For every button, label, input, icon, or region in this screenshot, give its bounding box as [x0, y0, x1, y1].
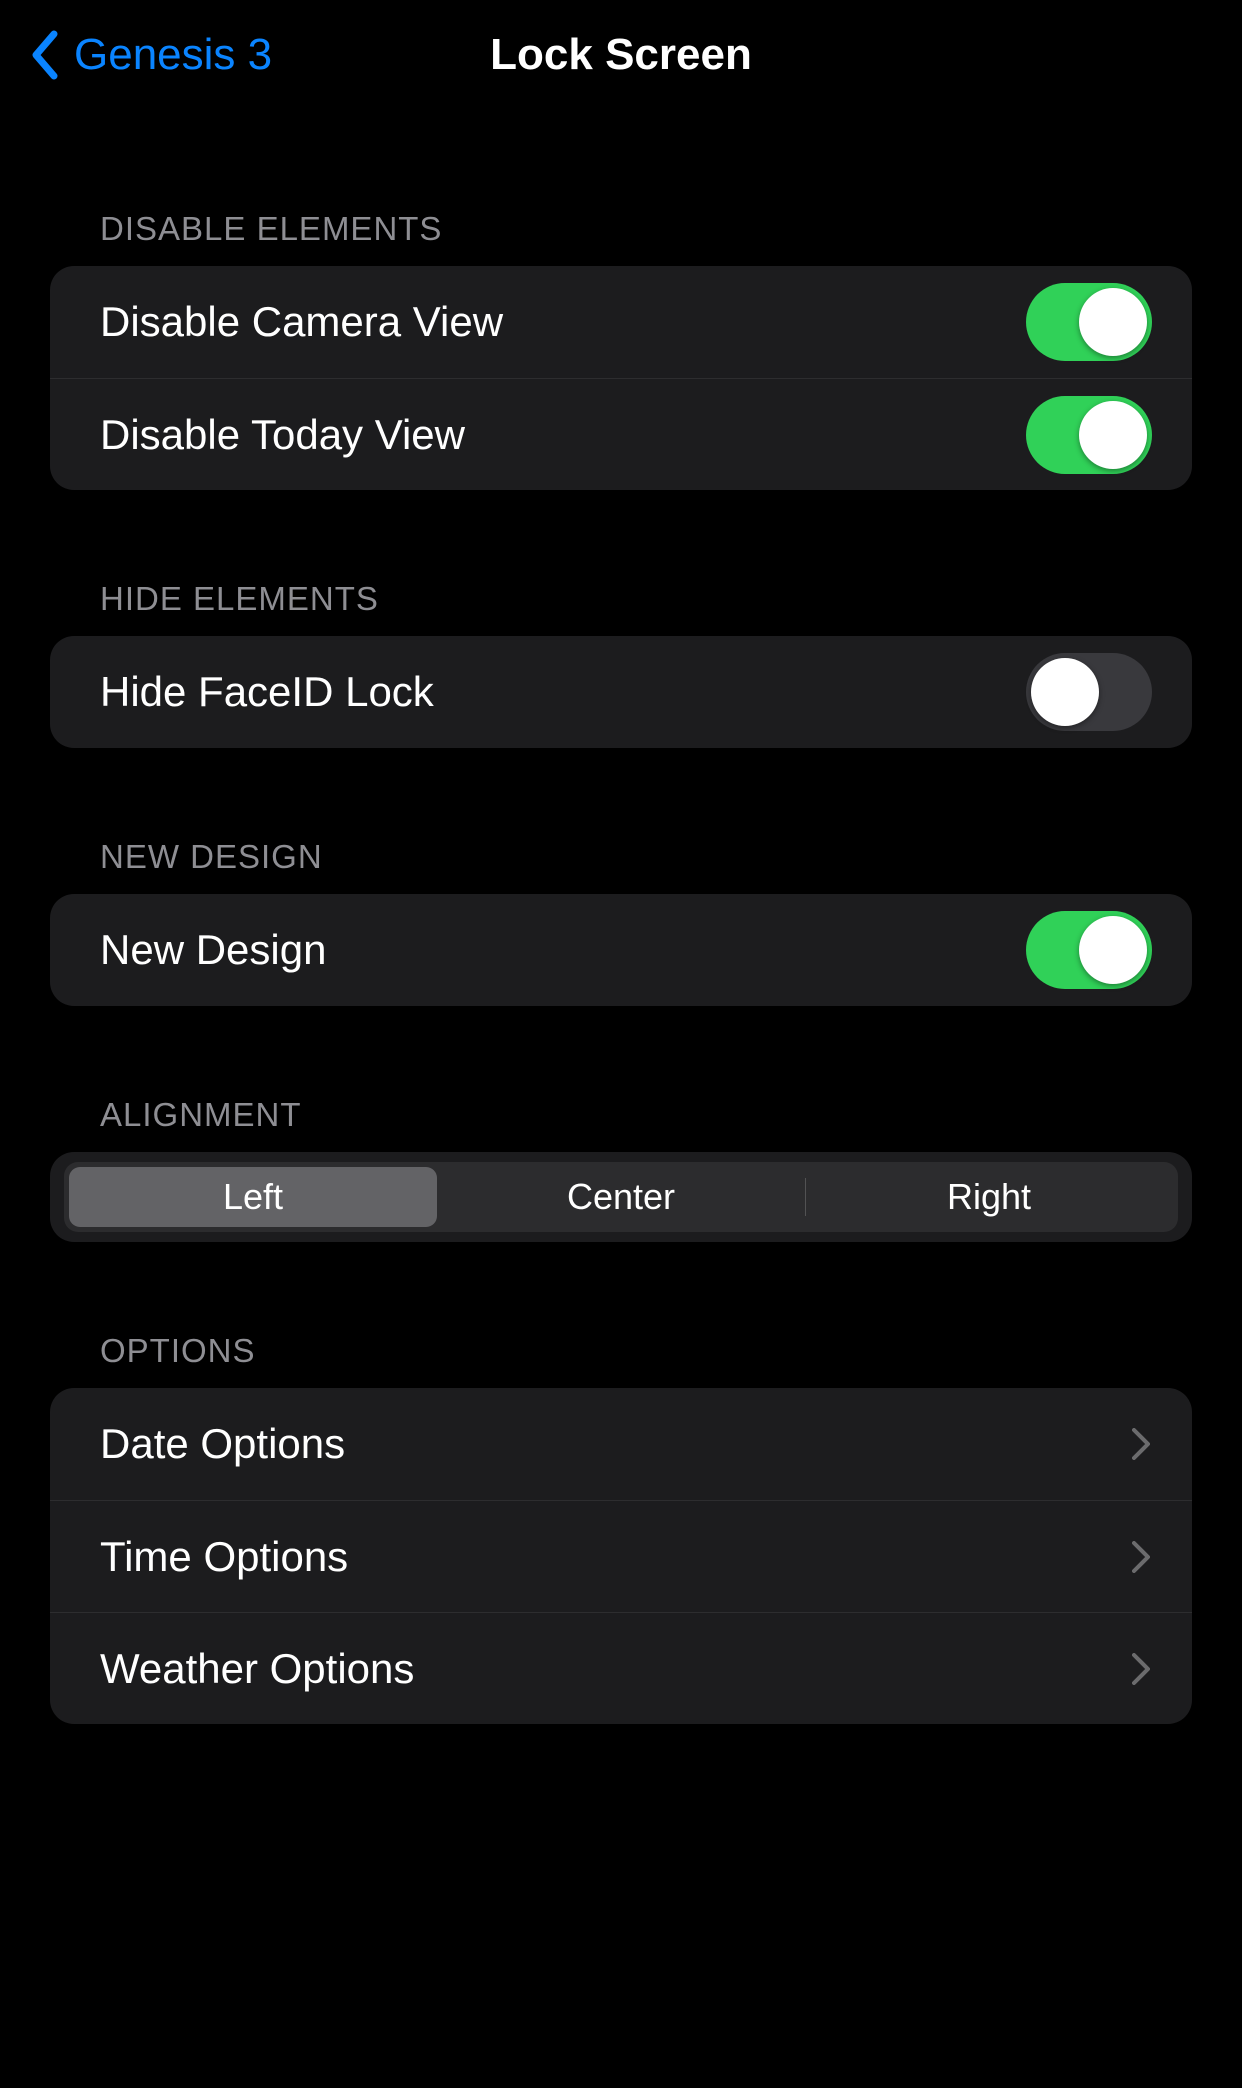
row-hide-faceid-lock: Hide FaceID Lock: [50, 636, 1192, 748]
label-time-options: Time Options: [100, 1533, 348, 1581]
segment-center[interactable]: Center: [437, 1167, 805, 1227]
section-header-alignment: Alignment: [50, 1096, 1192, 1152]
label-disable-today-view: Disable Today View: [100, 411, 465, 459]
switch-hide-faceid-lock[interactable]: [1026, 653, 1152, 731]
back-label: Genesis 3: [74, 30, 272, 80]
row-weather-options[interactable]: Weather Options: [50, 1612, 1192, 1724]
chevron-right-icon: [1130, 1651, 1152, 1687]
chevron-left-icon: [30, 30, 60, 80]
row-new-design: New Design: [50, 894, 1192, 1006]
row-date-options[interactable]: Date Options: [50, 1388, 1192, 1500]
group-disable-elements: Disable Camera View Disable Today View: [50, 266, 1192, 490]
section-header-new-design: New Design: [50, 838, 1192, 894]
group-options: Date Options Time Options Weather Option…: [50, 1388, 1192, 1724]
back-button[interactable]: Genesis 3: [30, 0, 272, 110]
row-disable-camera-view: Disable Camera View: [50, 266, 1192, 378]
page-title: Lock Screen: [490, 30, 752, 80]
row-time-options[interactable]: Time Options: [50, 1500, 1192, 1612]
section-header-options: Options: [50, 1332, 1192, 1388]
section-header-disable-elements: Disable Elements: [50, 210, 1192, 266]
chevron-right-icon: [1130, 1539, 1152, 1575]
segment-left-label: Left: [223, 1176, 283, 1218]
switch-disable-today-view[interactable]: [1026, 396, 1152, 474]
label-new-design: New Design: [100, 926, 326, 974]
switch-disable-camera-view[interactable]: [1026, 283, 1152, 361]
segment-left[interactable]: Left: [69, 1167, 437, 1227]
chevron-right-icon: [1130, 1426, 1152, 1462]
segment-right[interactable]: Right: [805, 1167, 1173, 1227]
label-weather-options: Weather Options: [100, 1645, 414, 1693]
section-header-hide-elements: Hide Elements: [50, 580, 1192, 636]
navbar: Genesis 3 Lock Screen: [0, 0, 1242, 110]
segment-right-label: Right: [947, 1176, 1031, 1218]
label-hide-faceid-lock: Hide FaceID Lock: [100, 668, 434, 716]
content: Disable Elements Disable Camera View Dis…: [0, 110, 1242, 1724]
label-disable-camera-view: Disable Camera View: [100, 298, 503, 346]
switch-new-design[interactable]: [1026, 911, 1152, 989]
row-disable-today-view: Disable Today View: [50, 378, 1192, 490]
group-new-design: New Design: [50, 894, 1192, 1006]
group-alignment: Left Center Right: [50, 1152, 1192, 1242]
label-date-options: Date Options: [100, 1420, 345, 1468]
group-hide-elements: Hide FaceID Lock: [50, 636, 1192, 748]
segment-center-label: Center: [567, 1176, 675, 1218]
segmented-alignment: Left Center Right: [64, 1162, 1178, 1232]
